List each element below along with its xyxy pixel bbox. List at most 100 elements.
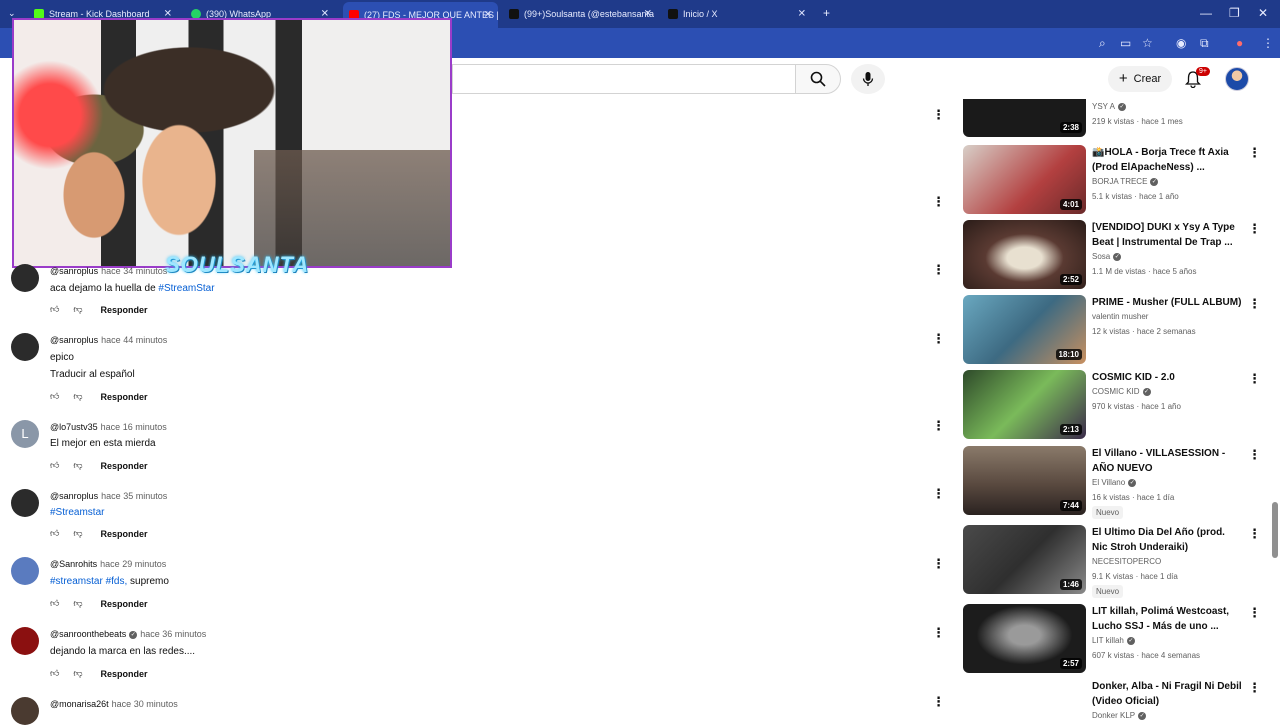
video-channel[interactable]: Donker KLP ✓ — [1092, 711, 1147, 720]
video-menu-icon[interactable]: ⋮ — [1248, 447, 1261, 463]
video-thumbnail[interactable]: 2:13 — [963, 370, 1086, 439]
close-icon[interactable]: ✕ — [644, 9, 652, 20]
close-icon[interactable]: ✕ — [484, 10, 492, 21]
video-menu-icon[interactable]: ⋮ — [1248, 145, 1261, 161]
comment-avatar[interactable] — [11, 264, 39, 292]
comment-time[interactable]: hace 34 minutos — [101, 266, 167, 276]
extension-icon[interactable]: ◉ — [1176, 36, 1186, 50]
comment-author[interactable]: @monarisa26t — [50, 699, 109, 709]
comment-time[interactable]: hace 30 minutos — [112, 699, 178, 709]
dislike-icon[interactable]: 👎︎ — [73, 528, 82, 539]
comment-author[interactable]: @lo7ustv35 — [50, 422, 98, 432]
comment-menu-icon[interactable]: ⋮ — [932, 262, 945, 278]
video-menu-icon[interactable]: ⋮ — [1248, 371, 1261, 387]
bookmark-star-icon[interactable]: ☆ — [1142, 36, 1153, 50]
close-icon[interactable]: ✕ — [798, 9, 806, 20]
hashtag-link[interactable]: #Streamstar — [50, 507, 104, 518]
reply-button[interactable]: Responder — [101, 392, 148, 402]
translate-link[interactable]: Traducir al español — [50, 369, 135, 380]
page-scrollbar[interactable] — [1272, 502, 1278, 558]
reply-button[interactable]: Responder — [101, 461, 148, 471]
dislike-icon[interactable]: 👎︎ — [73, 304, 82, 315]
video-menu-icon[interactable]: ⋮ — [1248, 526, 1261, 542]
comment-menu-icon[interactable]: ⋮ — [932, 486, 945, 502]
comment-time[interactable]: hace 36 minutos — [140, 629, 206, 639]
comment-author[interactable]: @sanroplus — [50, 335, 98, 345]
comment-avatar[interactable] — [11, 627, 39, 655]
comment-avatar[interactable] — [11, 557, 39, 585]
like-icon[interactable]: 👍︎ — [50, 304, 59, 315]
video-channel[interactable]: El Villano ✓ — [1092, 478, 1137, 487]
video-menu-icon[interactable]: ⋮ — [932, 107, 945, 123]
video-menu-icon[interactable]: ⋮ — [1248, 221, 1261, 237]
video-thumbnail[interactable]: 1:46 — [963, 525, 1086, 594]
comment-time[interactable]: hace 29 minutos — [100, 559, 166, 569]
comment-author[interactable]: @sanroplus — [50, 491, 98, 501]
dislike-icon[interactable]: 👎︎ — [73, 460, 82, 471]
video-title[interactable]: El Villano - VILLASESSION - AÑO NUEVO — [1092, 446, 1242, 476]
comment-time[interactable]: hace 35 minutos — [101, 491, 167, 501]
comment-menu-icon[interactable]: ⋮ — [932, 625, 945, 641]
comment-author[interactable]: @sanroplus — [50, 266, 98, 276]
video-channel[interactable]: Sosa ✓ — [1092, 252, 1122, 261]
search-button[interactable] — [795, 64, 841, 94]
new-tab-button[interactable]: + — [823, 6, 830, 20]
video-channel[interactable]: YSY A ✓ — [1092, 102, 1126, 111]
reply-button[interactable]: Responder — [101, 529, 148, 539]
comment-menu-icon[interactable]: ⋮ — [932, 331, 945, 347]
menu-kebab-icon[interactable]: ⋮ — [1262, 36, 1274, 50]
like-icon[interactable]: 👍︎ — [50, 668, 59, 679]
video-thumbnail[interactable]: 2:52 — [963, 220, 1086, 289]
like-icon[interactable]: 👍︎ — [50, 460, 59, 471]
comment-menu-icon[interactable]: ⋮ — [932, 418, 945, 434]
video-title[interactable]: LIT killah, Polimá Westcoast, Lucho SSJ … — [1092, 604, 1242, 634]
tab-tiktok[interactable]: (99+)Soulsanta (@estebansanta ✕ — [503, 4, 658, 24]
video-thumbnail[interactable]: 2:57 — [963, 604, 1086, 673]
restore-icon[interactable]: ❐ — [1229, 6, 1240, 20]
video-channel[interactable]: COSMIC KID ✓ — [1092, 387, 1151, 396]
reply-button[interactable]: Responder — [101, 669, 148, 679]
zoom-icon[interactable]: ⌕ — [1099, 36, 1106, 51]
video-thumbnail[interactable]: 4:01 — [963, 145, 1086, 214]
comment-avatar[interactable] — [11, 697, 39, 725]
like-icon[interactable]: 👍︎ — [50, 391, 59, 402]
like-icon[interactable]: 👍︎ — [50, 598, 59, 609]
create-button[interactable]: + Crear — [1108, 66, 1172, 92]
video-title[interactable]: PRIME - Musher (FULL ALBUM) — [1092, 295, 1242, 310]
video-title[interactable]: COSMIC KID - 2.0 — [1092, 370, 1242, 385]
comment-avatar[interactable]: L — [11, 420, 39, 448]
comment-avatar[interactable] — [11, 333, 39, 361]
video-channel[interactable]: NECESITOPERCO — [1092, 557, 1161, 566]
video-title[interactable]: Donker, Alba - Ni Fragil Ni Debil (Video… — [1092, 679, 1242, 709]
hashtag-link[interactable]: #StreamStar — [158, 283, 214, 294]
dislike-icon[interactable]: 👎︎ — [73, 668, 82, 679]
voice-search-button[interactable] — [851, 64, 885, 94]
reply-button[interactable]: Responder — [101, 305, 148, 315]
video-thumbnail[interactable]: 7:44 — [963, 446, 1086, 515]
account-avatar[interactable] — [1225, 67, 1249, 91]
reply-button[interactable]: Responder — [101, 599, 148, 609]
cast-icon[interactable]: ▭ — [1120, 36, 1131, 50]
comment-menu-icon[interactable]: ⋮ — [932, 556, 945, 572]
video-thumbnail[interactable]: 18:10 — [963, 295, 1086, 364]
hashtag-link[interactable]: #streamstar #fds, — [50, 576, 127, 587]
video-channel[interactable]: LIT killah ✓ — [1092, 636, 1135, 645]
video-menu-icon[interactable]: ⋮ — [1248, 680, 1261, 696]
puzzle-icon[interactable]: ⧉ — [1200, 36, 1209, 51]
video-menu-icon[interactable]: ⋮ — [1248, 296, 1261, 312]
comment-author[interactable]: @sanroonthebeats — [50, 629, 126, 639]
profile-icon[interactable]: ● — [1236, 36, 1243, 50]
window-close-icon[interactable]: ✕ — [1258, 6, 1268, 20]
video-channel[interactable]: BORJA TRECE ✓ — [1092, 177, 1159, 186]
video-menu-icon[interactable]: ⋮ — [1248, 605, 1261, 621]
video-title[interactable]: 📸HOLA - Borja Trece ft Axia (Prod ElApac… — [1092, 145, 1242, 175]
dislike-icon[interactable]: 👎︎ — [73, 391, 82, 402]
comment-time[interactable]: hace 16 minutos — [101, 422, 167, 432]
video-channel[interactable]: valentin musher — [1092, 312, 1148, 321]
tab-x[interactable]: Inicio / X ✕ — [662, 4, 812, 24]
comment-menu-icon[interactable]: ⋮ — [932, 194, 945, 210]
video-title[interactable]: El Ultimo Dia Del Año (prod. Nic Stroh U… — [1092, 525, 1242, 555]
comment-avatar[interactable] — [11, 489, 39, 517]
video-thumbnail[interactable]: 2:38 — [963, 99, 1086, 137]
dislike-icon[interactable]: 👎︎ — [73, 598, 82, 609]
